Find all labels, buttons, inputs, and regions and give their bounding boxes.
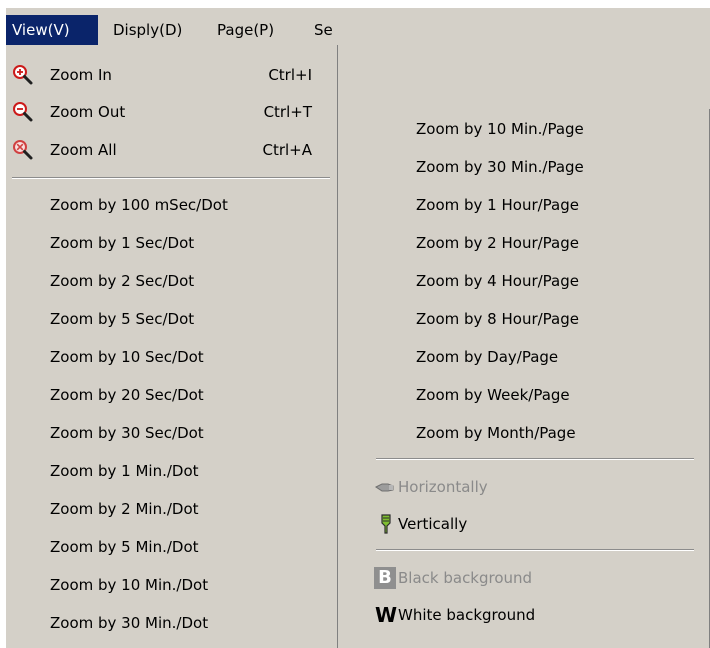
menu-item-zoom-month-page[interactable]: Zoom by Month/Page — [346, 419, 708, 447]
menu-item-label: Zoom by 2 Sec/Dot — [50, 272, 195, 290]
menu-item-zoom-20-sec-dot[interactable]: Zoom by 20 Sec/Dot — [6, 381, 336, 409]
zoom-all-icon — [13, 140, 33, 160]
menu-item-label: Zoom by 1 Min./Dot — [50, 462, 199, 480]
menu-item-label: Zoom by 4 Hour/Page — [416, 272, 579, 290]
menu-item-zoom-100-msec-dot[interactable]: Zoom by 100 mSec/Dot — [6, 191, 336, 219]
menu-item-zoom-1-min-dot[interactable]: Zoom by 1 Min./Dot — [6, 457, 336, 485]
menu-item-zoom-5-min-dot[interactable]: Zoom by 5 Min./Dot — [6, 533, 336, 561]
menu-item-label: Zoom by 30 Sec/Dot — [50, 424, 204, 442]
menu-item-zoom-2-min-dot[interactable]: Zoom by 2 Min./Dot — [6, 495, 336, 523]
menu-bar: View(V) Disply(D) Page(P) Se — [6, 15, 338, 45]
menu-item-label: Zoom Out — [50, 103, 126, 121]
menu-page[interactable]: Page(P) — [211, 15, 299, 45]
zoom-out-icon — [13, 102, 33, 122]
menu-item-zoom-30-min-page[interactable]: Zoom by 30 Min./Page — [346, 153, 708, 181]
menu-item-label: Zoom In — [50, 66, 112, 84]
menu-item-zoom-in[interactable]: Zoom In Ctrl+I — [6, 61, 336, 89]
menu-item-zoom-5-sec-dot[interactable]: Zoom by 5 Sec/Dot — [6, 305, 336, 333]
menu-separator — [12, 177, 330, 179]
menu-item-zoom-30-sec-dot[interactable]: Zoom by 30 Sec/Dot — [6, 419, 336, 447]
view-menu-continuation: Zoom by 10 Min./Page Zoom by 30 Min./Pag… — [346, 109, 710, 648]
menu-item-zoom-4-hour-page[interactable]: Zoom by 4 Hour/Page — [346, 267, 708, 295]
menu-item-label: Zoom by 100 mSec/Dot — [50, 196, 228, 214]
menu-item-label: Zoom by 30 Min./Page — [416, 158, 584, 176]
menu-item-label: Zoom by Month/Page — [416, 424, 576, 442]
menu-item-label: Zoom by 8 Hour/Page — [416, 310, 579, 328]
menu-item-label: Zoom by 20 Sec/Dot — [50, 386, 204, 404]
menu-item-label: White background — [398, 606, 536, 624]
menu-item-label: Black background — [398, 569, 533, 587]
view-dropdown-menu: Zoom In Ctrl+I Zoom Out Ctrl+T Zoom All … — [6, 45, 338, 648]
menu-item-zoom-30-min-dot[interactable]: Zoom by 30 Min./Dot — [6, 609, 336, 637]
menu-item-shortcut: Ctrl+A — [262, 141, 312, 159]
menu-item-label: Vertically — [398, 515, 468, 533]
menu-item-zoom-1-sec-dot[interactable]: Zoom by 1 Sec/Dot — [6, 229, 336, 257]
menu-item-zoom-10-min-page[interactable]: Zoom by 10 Min./Page — [346, 115, 708, 143]
menu-item-zoom-1-hour-page[interactable]: Zoom by 1 Hour/Page — [346, 191, 708, 219]
menu-item-label: Zoom by 30 Min./Dot — [50, 614, 209, 632]
menu-item-vertically[interactable]: Vertically — [346, 510, 708, 538]
menu-separator — [376, 549, 694, 551]
menu-item-shortcut: Ctrl+I — [268, 66, 312, 84]
menu-item-zoom-day-page[interactable]: Zoom by Day/Page — [346, 343, 708, 371]
menu-display[interactable]: Disply(D) — [107, 15, 203, 45]
menu-item-label: Zoom by 2 Hour/Page — [416, 234, 579, 252]
menu-item-label: Zoom by 2 Min./Dot — [50, 500, 199, 518]
menu-item-label: Zoom by 10 Sec/Dot — [50, 348, 204, 366]
menu-item-zoom-all[interactable]: Zoom All Ctrl+A — [6, 136, 336, 164]
menu-item-label: Horizontally — [398, 478, 488, 496]
menu-item-white-background[interactable]: W White background — [346, 601, 708, 629]
menu-item-horizontally[interactable]: Horizontally — [346, 473, 708, 501]
menu-item-zoom-week-page[interactable]: Zoom by Week/Page — [346, 381, 708, 409]
black-background-icon: B — [374, 567, 396, 589]
menu-item-black-background[interactable]: B Black background — [346, 564, 708, 592]
menu-item-label: Zoom by 10 Min./Page — [416, 120, 584, 138]
menu-item-zoom-out[interactable]: Zoom Out Ctrl+T — [6, 98, 336, 126]
menu-item-label: Zoom All — [50, 141, 117, 159]
menu-item-label: Zoom by Week/Page — [416, 386, 570, 404]
menu-separator — [376, 458, 694, 460]
zoom-in-icon — [13, 65, 33, 85]
menu-item-label: Zoom by 1 Sec/Dot — [50, 234, 195, 252]
menu-item-shortcut: Ctrl+T — [263, 103, 312, 121]
menu-item-zoom-2-sec-dot[interactable]: Zoom by 2 Sec/Dot — [6, 267, 336, 295]
horizontal-hand-icon — [375, 483, 394, 492]
menu-item-label: Zoom by Day/Page — [416, 348, 559, 366]
menu-item-zoom-10-sec-dot[interactable]: Zoom by 10 Sec/Dot — [6, 343, 336, 371]
menu-view[interactable]: View(V) — [6, 15, 98, 45]
menu-item-label: Zoom by 1 Hour/Page — [416, 196, 579, 214]
menu-item-label: Zoom by 5 Sec/Dot — [50, 310, 195, 328]
menu-item-zoom-10-min-dot[interactable]: Zoom by 10 Min./Dot — [6, 571, 336, 599]
menu-item-zoom-2-hour-page[interactable]: Zoom by 2 Hour/Page — [346, 229, 708, 257]
white-background-icon: W — [374, 603, 398, 627]
menu-se[interactable]: Se — [308, 15, 338, 45]
menu-item-label: Zoom by 5 Min./Dot — [50, 538, 199, 556]
menu-item-zoom-8-hour-page[interactable]: Zoom by 8 Hour/Page — [346, 305, 708, 333]
menu-item-label: Zoom by 10 Min./Dot — [50, 576, 209, 594]
vertical-hand-icon — [381, 514, 391, 534]
